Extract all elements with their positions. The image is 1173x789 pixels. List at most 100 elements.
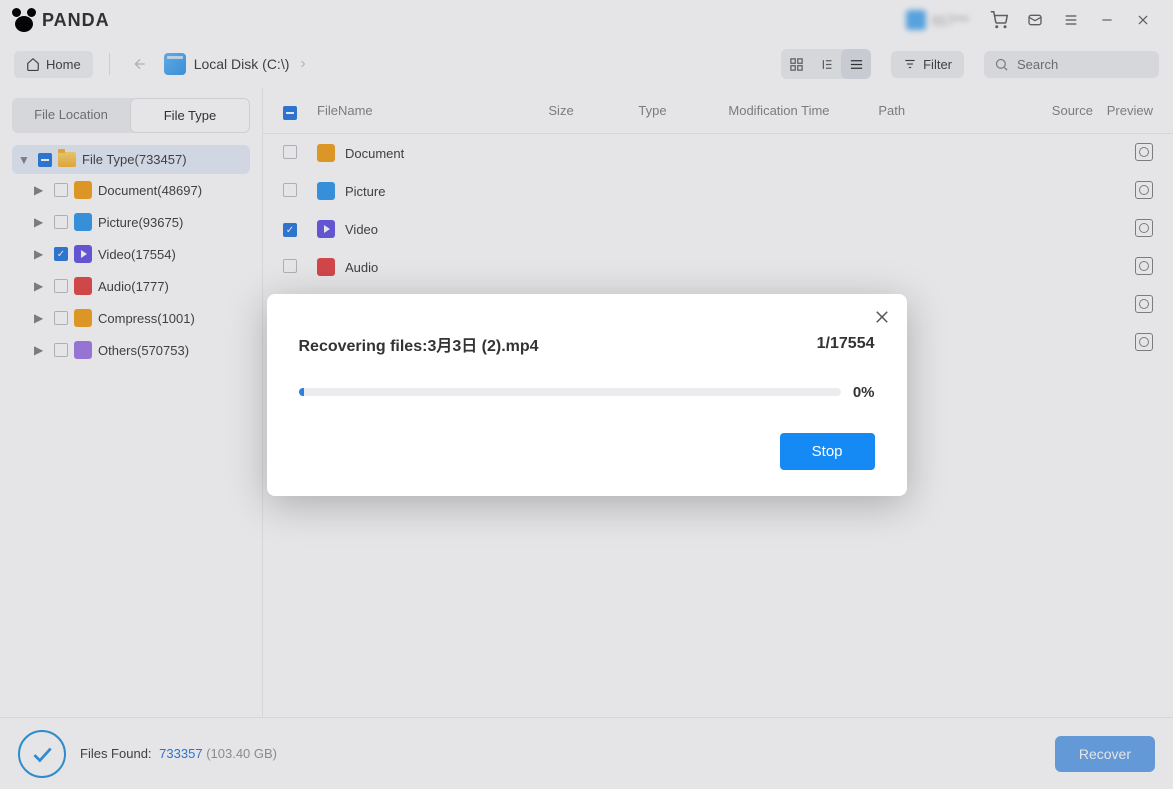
progress-bar <box>299 388 841 396</box>
col-type-header[interactable]: Type <box>638 103 728 118</box>
tree-item-pic[interactable]: ▶ Picture(93675) <box>12 206 250 238</box>
view-list-button[interactable] <box>841 49 871 79</box>
chevron-right-icon[interactable]: ▶ <box>34 343 48 357</box>
table-row[interactable]: Audio <box>263 248 1173 286</box>
cart-icon[interactable] <box>987 8 1011 32</box>
folder-icon <box>58 152 76 167</box>
menu-icon[interactable] <box>1059 8 1083 32</box>
view-grid-button[interactable] <box>781 49 811 79</box>
breadcrumb-disk-label: Local Disk (C:\) <box>194 56 290 72</box>
tree-item-doc[interactable]: ▶ Document(48697) <box>12 174 250 206</box>
tree-item-aud[interactable]: ▶ Audio(1777) <box>12 270 250 302</box>
tree-item-comp[interactable]: ▶ Compress(1001) <box>12 302 250 334</box>
tree-item-label: Compress(1001) <box>98 311 195 326</box>
table-header: FileName Size Type Modification Time Pat… <box>263 88 1173 134</box>
row-checkbox[interactable]: ✓ <box>283 223 297 237</box>
disk-icon <box>164 53 186 75</box>
mail-icon[interactable] <box>1023 8 1047 32</box>
files-found-count: 733357 <box>155 746 202 761</box>
tree-item-label: Others(570753) <box>98 343 189 358</box>
close-window-icon[interactable] <box>1131 8 1155 32</box>
preview-icon[interactable] <box>1135 181 1153 199</box>
search-input[interactable] <box>1017 57 1149 72</box>
tab-file-type[interactable]: File Type <box>130 98 250 133</box>
row-checkbox[interactable] <box>283 259 297 273</box>
preview-icon[interactable] <box>1135 295 1153 313</box>
row-name: Video <box>345 222 378 237</box>
app-name: PANDA <box>42 10 110 31</box>
panda-logo-icon <box>12 8 36 32</box>
col-name-header[interactable]: FileName <box>317 103 548 118</box>
stop-button[interactable]: Stop <box>780 433 875 470</box>
separator <box>109 53 110 75</box>
cat-doc-icon <box>74 181 92 199</box>
close-icon[interactable] <box>873 308 891 326</box>
tree-item-vid[interactable]: ▶ ✓ Video(17554) <box>12 238 250 270</box>
chevron-right-icon[interactable]: ▶ <box>34 183 48 197</box>
tree-item-oth[interactable]: ▶ Others(570753) <box>12 334 250 366</box>
view-compact-button[interactable] <box>811 49 841 79</box>
row-name: Audio <box>345 260 378 275</box>
checkbox[interactable] <box>54 215 68 229</box>
progress-percent: 0% <box>853 384 875 401</box>
tree-root-file-type[interactable]: ▼ File Type(733457) <box>12 145 250 174</box>
footer-status: Files Found: 733357 (103.40 GB) <box>80 746 277 761</box>
checkbox[interactable] <box>54 279 68 293</box>
cat-pic-icon <box>317 182 335 200</box>
files-found-size: (103.40 GB) <box>206 746 277 761</box>
tree-item-label: Video(17554) <box>98 247 176 262</box>
breadcrumb[interactable]: Local Disk (C:\) <box>164 53 310 75</box>
cat-aud-icon <box>317 258 335 276</box>
checkbox-all[interactable] <box>283 106 297 120</box>
col-source-header[interactable]: Source <box>1023 103 1093 118</box>
modal-title: Recovering files:3月3日 (2).mp4 <box>299 332 539 356</box>
tab-file-location[interactable]: File Location <box>12 98 130 133</box>
filter-label: Filter <box>923 57 952 72</box>
minimize-icon[interactable] <box>1095 8 1119 32</box>
tree-item-label: Audio(1777) <box>98 279 169 294</box>
home-button[interactable]: Home <box>14 51 93 78</box>
table-row[interactable]: ✓ Video <box>263 210 1173 248</box>
preview-icon[interactable] <box>1135 333 1153 351</box>
home-label: Home <box>46 57 81 72</box>
filter-button[interactable]: Filter <box>891 51 964 78</box>
table-row[interactable]: Document <box>263 134 1173 172</box>
search-icon <box>994 57 1009 72</box>
check-circle-icon <box>18 730 66 778</box>
files-found-label: Files Found: <box>80 746 152 761</box>
chevron-right-icon[interactable]: ▶ <box>34 311 48 325</box>
col-path-header[interactable]: Path <box>878 103 1023 118</box>
recover-button[interactable]: Recover <box>1055 736 1155 772</box>
search-box[interactable] <box>984 51 1159 78</box>
col-size-header[interactable]: Size <box>548 103 638 118</box>
back-button[interactable] <box>126 50 154 78</box>
checkbox[interactable] <box>54 183 68 197</box>
chevron-right-icon[interactable]: ▶ <box>34 215 48 229</box>
tree-item-label: Document(48697) <box>98 183 202 198</box>
cat-pic-icon <box>74 213 92 231</box>
tree-item-label: Picture(93675) <box>98 215 183 230</box>
checkbox[interactable]: ✓ <box>54 247 68 261</box>
chevron-right-icon <box>297 58 309 70</box>
checkbox-root[interactable] <box>38 153 52 167</box>
col-preview-header[interactable]: Preview <box>1093 103 1153 118</box>
table-row[interactable]: Picture <box>263 172 1173 210</box>
checkbox[interactable] <box>54 311 68 325</box>
chevron-right-icon[interactable]: ▶ <box>34 279 48 293</box>
cat-doc-icon <box>317 144 335 162</box>
chevron-down-icon[interactable]: ▼ <box>18 153 32 167</box>
cat-comp-icon <box>74 309 92 327</box>
preview-icon[interactable] <box>1135 257 1153 275</box>
cat-vid-icon <box>74 245 92 263</box>
preview-icon[interactable] <box>1135 219 1153 237</box>
chevron-right-icon[interactable]: ▶ <box>34 247 48 261</box>
row-checkbox[interactable] <box>283 183 297 197</box>
preview-icon[interactable] <box>1135 143 1153 161</box>
col-mod-header[interactable]: Modification Time <box>728 103 878 118</box>
filter-icon <box>903 57 917 71</box>
row-name: Picture <box>345 184 385 199</box>
checkbox[interactable] <box>54 343 68 357</box>
row-checkbox[interactable] <box>283 145 297 159</box>
view-toggle-group <box>781 49 871 79</box>
account-info[interactable]: 017*** <box>906 10 969 30</box>
